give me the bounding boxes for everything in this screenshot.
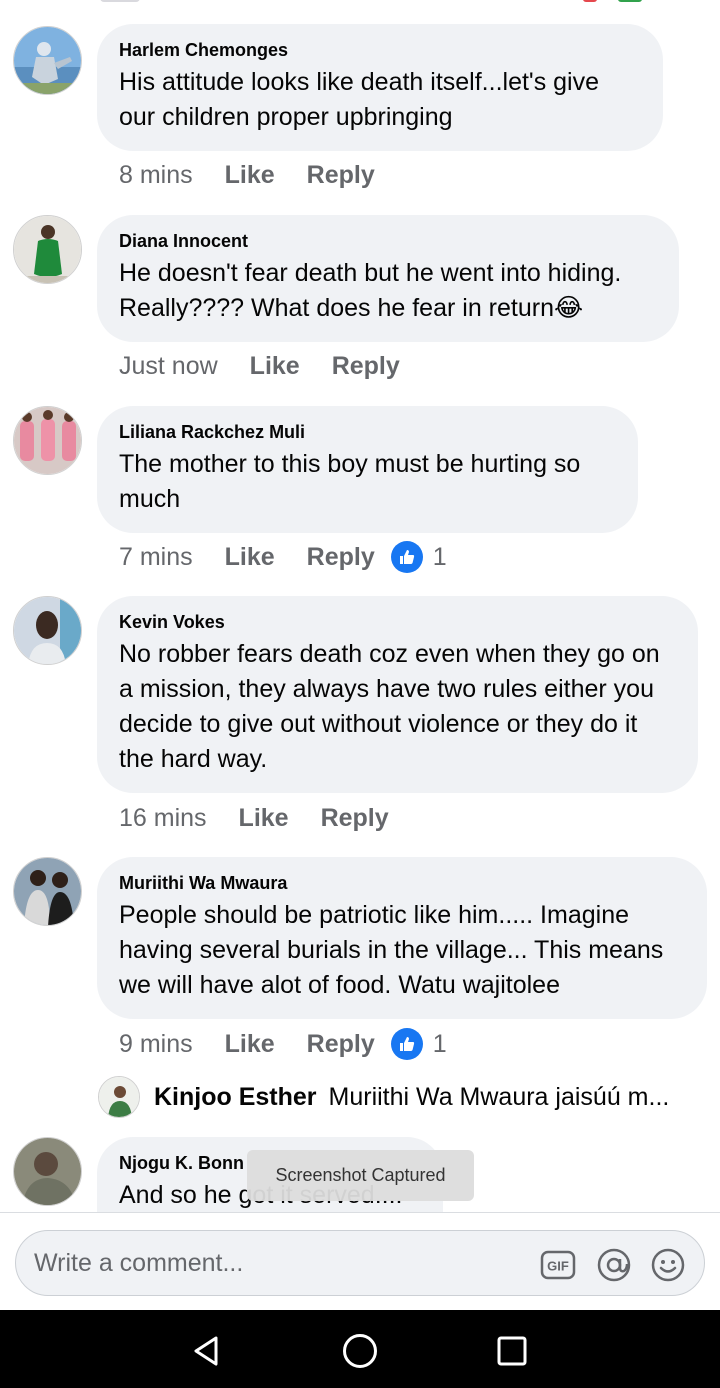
comment-bubble[interactable]: Harlem Chemonges His attitude looks like… — [97, 24, 663, 151]
reply-avatar[interactable] — [98, 1076, 140, 1118]
system-navigation-bar — [0, 1310, 720, 1388]
reply-preview[interactable]: Kinjoo Esther Muriithi Wa Mwaura jaisúú … — [98, 1076, 708, 1118]
previous-comment-actions-sliver — [0, 0, 720, 6]
comment-bubble[interactable]: Kevin Vokes No robber fears death coz ev… — [97, 596, 698, 793]
like-reaction-icon — [390, 1028, 423, 1060]
comment-time[interactable]: Just now — [119, 352, 218, 381]
reply-button[interactable]: Reply — [307, 161, 375, 190]
avatar[interactable] — [13, 596, 82, 665]
gif-icon[interactable]: GIF — [540, 1247, 576, 1283]
comment-text: No robber fears death coz even when they… — [119, 640, 660, 773]
comment-composer-bar: GIF — [0, 1212, 720, 1310]
avatar[interactable] — [13, 26, 82, 95]
comment-text: The mother to this boy must be hurting s… — [119, 450, 581, 513]
comment-bubble[interactable]: Muriithi Wa Mwaura People should be patr… — [97, 857, 707, 1019]
comment-bubble[interactable]: Liliana Rackchez Muli The mother to this… — [97, 406, 638, 533]
comment-author[interactable]: Muriithi Wa Mwaura — [119, 872, 685, 894]
like-button[interactable]: Like — [225, 1030, 275, 1059]
comment-meta: Just now Like Reply — [119, 348, 432, 384]
reaction-summary[interactable]: 1 — [390, 1028, 447, 1060]
like-button[interactable]: Like — [225, 543, 275, 572]
screenshot-toast: Screenshot Captured — [247, 1150, 474, 1201]
reaction-summary[interactable]: 1 — [390, 541, 447, 573]
home-icon[interactable] — [340, 1331, 380, 1371]
comment-meta: 16 mins Like Reply — [119, 800, 421, 836]
reply-button[interactable]: Reply — [307, 1030, 375, 1059]
comment-text: He doesn't fear death but he went into h… — [119, 259, 622, 322]
mention-icon[interactable] — [596, 1247, 632, 1283]
reply-button[interactable]: Reply — [321, 804, 389, 833]
svg-text:GIF: GIF — [547, 1259, 569, 1274]
comment-author[interactable]: Harlem Chemonges — [119, 39, 641, 61]
comment-text: His attitude looks like death itself...l… — [119, 68, 600, 131]
avatar[interactable] — [13, 215, 82, 284]
comment-author[interactable]: Diana Innocent — [119, 230, 657, 252]
comment-text: People should be patriotic like him.....… — [119, 901, 664, 999]
comment-bubble[interactable]: Diana Innocent He doesn't fear death but… — [97, 215, 679, 342]
avatar[interactable] — [13, 406, 82, 475]
comment-time[interactable]: 8 mins — [119, 161, 193, 190]
like-button[interactable]: Like — [225, 161, 275, 190]
laughing-emoji-icon: 😂 — [553, 294, 584, 322]
reply-author[interactable]: Kinjoo Esther — [154, 1083, 317, 1112]
comment-composer[interactable]: GIF — [15, 1230, 705, 1296]
reply-text: Muriithi Wa Mwaura jaisúú m... — [328, 1082, 670, 1111]
like-reaction-icon — [390, 541, 423, 573]
comment-input[interactable] — [34, 1243, 524, 1283]
comment-meta: 7 mins Like Reply 1 — [119, 539, 447, 575]
reply-button[interactable]: Reply — [307, 543, 375, 572]
comment-author[interactable]: Kevin Vokes — [119, 611, 676, 633]
reaction-count: 1 — [432, 542, 447, 571]
comment-list[interactable]: Harlem Chemonges His attitude looks like… — [0, 0, 720, 1212]
avatar[interactable] — [13, 1137, 82, 1206]
reply-button[interactable]: Reply — [332, 352, 400, 381]
reaction-count: 1 — [432, 1029, 447, 1058]
comment-time[interactable]: 9 mins — [119, 1030, 193, 1059]
comment-author[interactable]: Liliana Rackchez Muli — [119, 421, 616, 443]
like-button[interactable]: Like — [250, 352, 300, 381]
avatar[interactable] — [13, 857, 82, 926]
comment-time[interactable]: 7 mins — [119, 543, 193, 572]
emoji-icon[interactable] — [650, 1247, 686, 1283]
comment-meta: 8 mins Like Reply — [119, 157, 407, 193]
comment-time[interactable]: 16 mins — [119, 804, 207, 833]
back-icon[interactable] — [186, 1331, 226, 1371]
recents-icon[interactable] — [492, 1331, 532, 1371]
comment-meta: 9 mins Like Reply 1 — [119, 1026, 447, 1062]
like-button[interactable]: Like — [239, 804, 289, 833]
